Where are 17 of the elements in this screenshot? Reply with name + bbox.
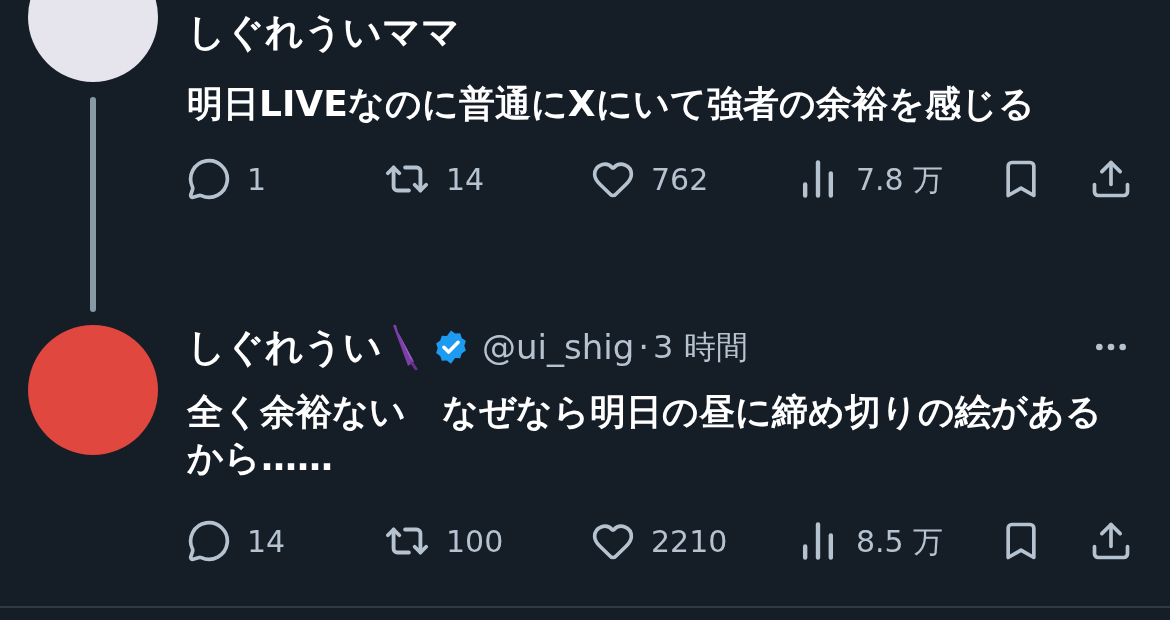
post-time[interactable]: 3 時間 — [653, 323, 748, 371]
tweet-text: 明日LIVEなのに普通にXにいて強者の余裕を感じる — [187, 82, 1036, 126]
separator: · — [637, 325, 651, 369]
count-label: 14 — [446, 160, 485, 199]
count-label: 8.5 万 — [856, 522, 944, 561]
count-label: 14 — [247, 522, 286, 561]
count-label: 2210 — [651, 522, 728, 561]
count-label: 762 — [651, 160, 709, 199]
reply-icon[interactable] — [187, 519, 231, 563]
count-label: 100 — [446, 522, 504, 561]
author-name[interactable]: しぐれういママ — [187, 3, 460, 61]
count-label: 7.8 万 — [856, 160, 944, 199]
tweet-text: 全く余裕ない なぜなら明日の昼に締め切りの絵があるから…… — [187, 390, 1103, 480]
count-label: 1 — [247, 160, 267, 199]
author-handle[interactable]: @ui_shig — [482, 321, 635, 373]
author-name[interactable]: しぐれうい — [187, 318, 382, 376]
reply-icon[interactable] — [187, 157, 231, 201]
